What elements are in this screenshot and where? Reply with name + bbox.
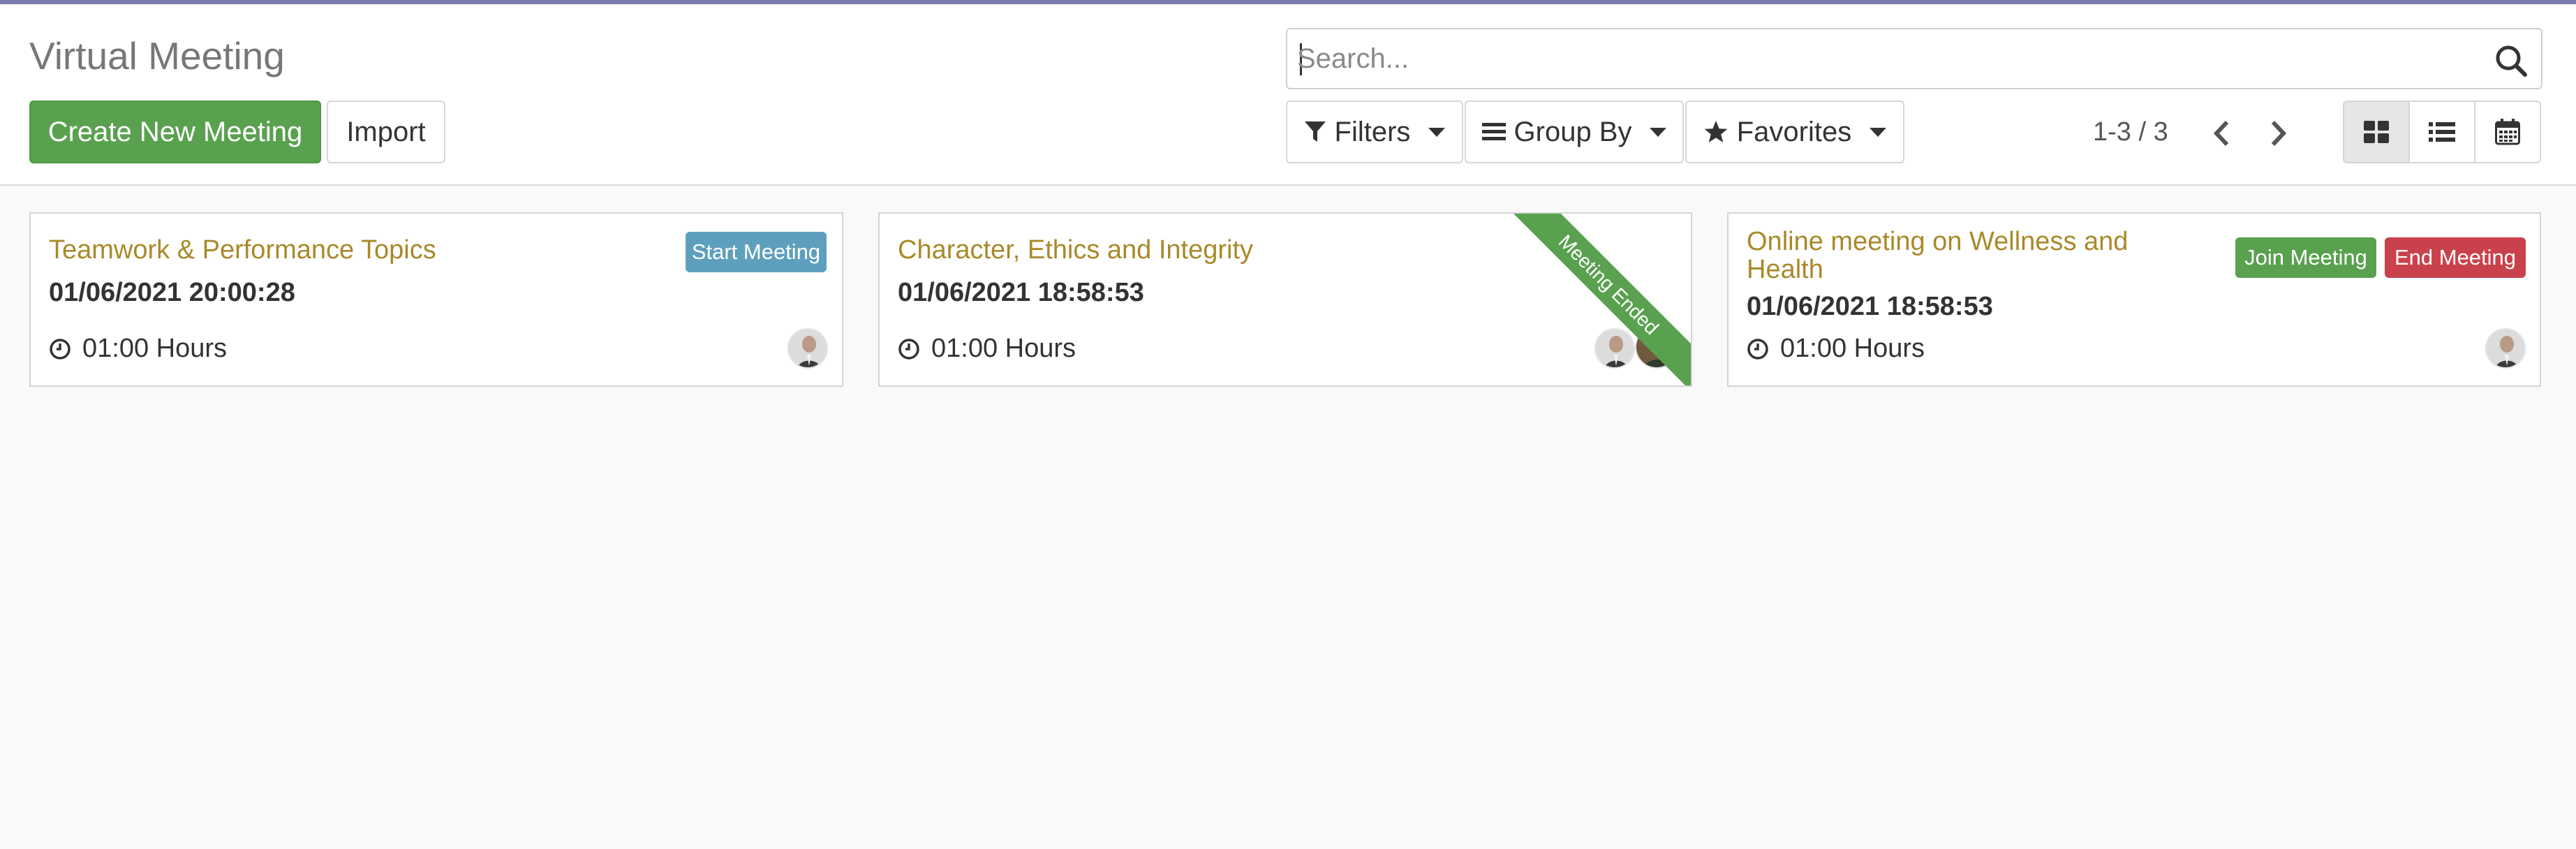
calendar-view-button[interactable] — [2474, 101, 2541, 163]
control-panel: Virtual Meeting Create New Meeting Impor… — [0, 4, 2576, 186]
clock-icon — [50, 338, 71, 360]
meeting-ended-ribbon: Meeting Ended — [1497, 214, 1691, 385]
grid-icon — [2364, 121, 2389, 143]
caret-down-icon — [1870, 127, 1887, 137]
search-input[interactable] — [1297, 35, 2470, 82]
chevron-right-icon — [2271, 120, 2287, 147]
pager-previous-button[interactable] — [2205, 115, 2238, 152]
caret-down-icon — [1650, 127, 1667, 137]
caret-down-icon — [1428, 127, 1446, 137]
favorites-dropdown[interactable]: Favorites — [1685, 101, 1904, 163]
favorites-label: Favorites — [1736, 116, 1852, 147]
group-by-label: Group By — [1513, 116, 1632, 147]
star-icon — [1704, 121, 1728, 142]
pager-next-button[interactable] — [2262, 115, 2295, 152]
attendee-avatar — [1594, 328, 1635, 369]
list-icon — [2429, 122, 2455, 142]
attendee-avatar — [787, 328, 828, 369]
meeting-card[interactable]: Character, Ethics and Integrity 01/06/20… — [878, 212, 1692, 387]
filters-label: Filters — [1334, 116, 1411, 147]
clock-icon — [898, 338, 919, 360]
meeting-datetime: 01/06/2021 18:58:53 — [898, 278, 1144, 307]
bars-icon — [1481, 123, 1506, 140]
search-box[interactable] — [1286, 28, 2542, 89]
duration-text: 01:00 Hours — [1780, 334, 1925, 363]
kanban-view-button[interactable] — [2343, 101, 2410, 163]
meeting-duration: 01:00 Hours — [1747, 334, 1925, 364]
meeting-datetime: 01/06/2021 20:00:28 — [49, 278, 295, 307]
meeting-card[interactable]: Teamwork & Performance Topics Start Meet… — [29, 212, 843, 387]
duration-text: 01:00 Hours — [82, 334, 228, 363]
person-avatar-icon — [789, 330, 827, 367]
meeting-datetime: 01/06/2021 18:58:53 — [1747, 292, 1993, 321]
page-title: Virtual Meeting — [29, 34, 285, 77]
meeting-duration: 01:00 Hours — [49, 334, 227, 364]
meeting-duration: 01:00 Hours — [898, 334, 1076, 364]
meeting-title[interactable]: Online meeting on Wellness and Health — [1747, 228, 2200, 283]
group-by-dropdown[interactable]: Group By — [1465, 101, 1684, 163]
filter-icon — [1304, 121, 1326, 142]
duration-text: 01:00 Hours — [931, 334, 1076, 363]
clock-icon — [1747, 338, 1768, 360]
filters-dropdown[interactable]: Filters — [1286, 101, 1463, 163]
pager-value[interactable]: 1-3 / 3 — [2093, 117, 2168, 147]
calendar-icon — [2495, 119, 2520, 145]
list-view-button[interactable] — [2408, 101, 2475, 163]
join-meeting-button[interactable]: Join Meeting — [2235, 237, 2376, 278]
chevron-left-icon — [2213, 120, 2229, 147]
meeting-title[interactable]: Character, Ethics and Integrity — [898, 236, 1253, 264]
create-meeting-button[interactable]: Create New Meeting — [29, 101, 321, 163]
import-button[interactable]: Import — [327, 101, 445, 163]
meeting-title[interactable]: Teamwork & Performance Topics — [49, 236, 436, 264]
person-avatar-icon — [2487, 330, 2524, 367]
meeting-card[interactable]: Online meeting on Wellness and Health Jo… — [1727, 212, 2541, 387]
attendee-avatar — [2485, 328, 2526, 369]
start-meeting-button[interactable]: Start Meeting — [686, 232, 827, 272]
person-avatar-icon — [1596, 330, 1634, 367]
end-meeting-button[interactable]: End Meeting — [2385, 237, 2526, 278]
search-icon[interactable] — [2494, 43, 2529, 78]
